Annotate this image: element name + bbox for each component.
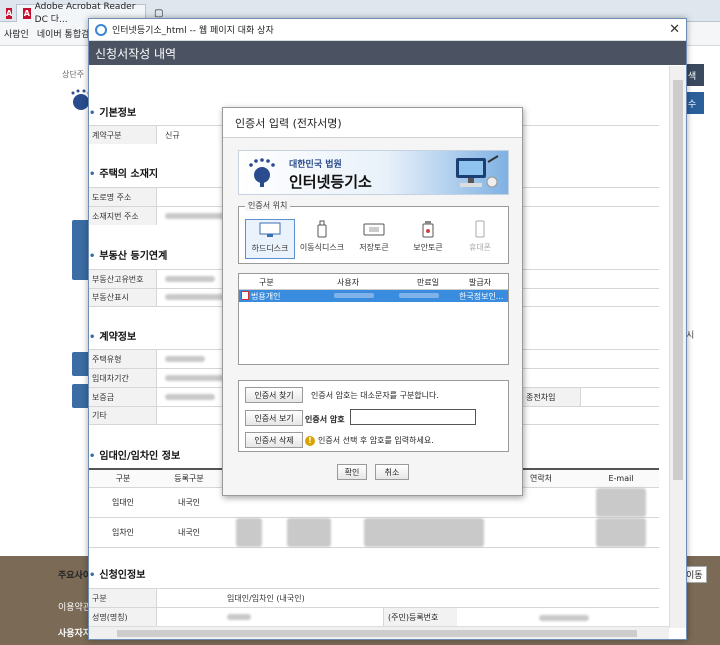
certificate-dialog-title: 인증서 입력 (전자서명) [223, 108, 522, 138]
device-mobile[interactable]: 휴대폰 [455, 219, 505, 259]
device-security-token[interactable]: 보안토큰 [403, 219, 453, 259]
usb-icon [310, 219, 334, 239]
adobe-icon: A [23, 8, 31, 19]
cert-location-group: 하드디스크 이동식디스크 저장토큰 보안토큰 휴대폰 [238, 206, 509, 264]
find-certificate-button[interactable]: 인증서 찾기 [245, 387, 303, 403]
device-storage-token[interactable]: 저장토큰 [349, 219, 399, 259]
scourt-banner: 대한민국 법원 인터넷등기소 [238, 150, 509, 195]
certificate-row[interactable]: 법용개인 한국정보인... [239, 290, 508, 302]
device-harddisk[interactable]: 하드디스크 [245, 219, 295, 259]
redacted-value [539, 615, 589, 621]
token-icon [362, 219, 386, 239]
section-title: 계약정보 [89, 328, 136, 343]
page-title: 신청서작성 내역 [89, 41, 686, 65]
redacted-value [287, 518, 331, 547]
certificate-actions: 인증서 찾기 인증서 암호는 대소문자를 구분합니다. 인증서 보기 인증서 암… [238, 380, 509, 452]
favorite-item[interactable]: 네이버 통합검 [37, 27, 90, 40]
section-title: 부동산 등기연계 [89, 247, 167, 262]
adobe-icon: A [6, 7, 13, 19]
redacted-value [334, 293, 374, 298]
phone-icon [468, 219, 492, 239]
redacted-value [227, 613, 251, 620]
certificate-list-header: 구분 사용자 만료일 발급자 [239, 274, 508, 290]
ok-button[interactable]: 확인 [337, 464, 367, 480]
section-title: 주택의 소재지 [89, 165, 158, 180]
view-certificate-button[interactable]: 인증서 보기 [245, 410, 303, 426]
section-title: 임대인/임차인 정보 [89, 447, 180, 462]
form-row: 성명(명칭) (주민)등록번호 [89, 607, 659, 626]
vertical-scrollbar[interactable] [669, 66, 686, 628]
redacted-value [399, 293, 439, 298]
dialog-title: 인터넷등기소_html -- 웹 페이지 대화 상자 [112, 26, 274, 36]
redacted-value [364, 518, 484, 547]
browser-tab-previous[interactable]: A [0, 4, 16, 22]
certificate-icon [241, 291, 249, 300]
redacted-value [165, 275, 215, 282]
redacted-value [165, 393, 215, 400]
redacted-value [596, 518, 646, 547]
certificate-password-input[interactable] [350, 409, 476, 425]
favorite-item[interactable]: 사람인 [4, 27, 29, 40]
certificate-list: 구분 사용자 만료일 발급자 법용개인 한국정보인... [238, 273, 509, 365]
redacted-value [165, 294, 225, 300]
monitor-icon [258, 220, 282, 240]
table-row: 임차인 내국인 [89, 518, 659, 548]
section-title: 기본정보 [89, 104, 136, 119]
cancel-button[interactable]: 취소 [375, 464, 409, 480]
form-row: 구분 임대인/임차인 (내국인) [89, 588, 659, 607]
redacted-value [596, 488, 646, 517]
dialog-titlebar: 인터넷등기소_html -- 웹 페이지 대화 상자 [89, 19, 686, 41]
scourt-logo-icon [249, 158, 275, 187]
redacted-value [165, 355, 205, 362]
warning-icon: ! [305, 436, 315, 446]
cert-location-label: 인증서 위치 [245, 200, 291, 211]
horizontal-scrollbar[interactable] [89, 626, 669, 639]
section-title: 신청인정보 [89, 566, 145, 581]
close-icon[interactable]: ✕ [669, 22, 680, 37]
previous-rent-label: 종전차임 [521, 388, 581, 406]
redacted-value [236, 518, 262, 547]
security-token-icon [416, 219, 440, 239]
computer-icon [456, 155, 499, 188]
delete-certificate-button[interactable]: 인증서 삭제 [245, 432, 303, 448]
certificate-dialog: 인증서 입력 (전자서명) 대한민국 법원 인터넷등기소 하드디스크 이동식디스… [222, 107, 523, 496]
device-removable-disk[interactable]: 이동식디스크 [297, 219, 347, 259]
ie-icon [95, 23, 107, 36]
